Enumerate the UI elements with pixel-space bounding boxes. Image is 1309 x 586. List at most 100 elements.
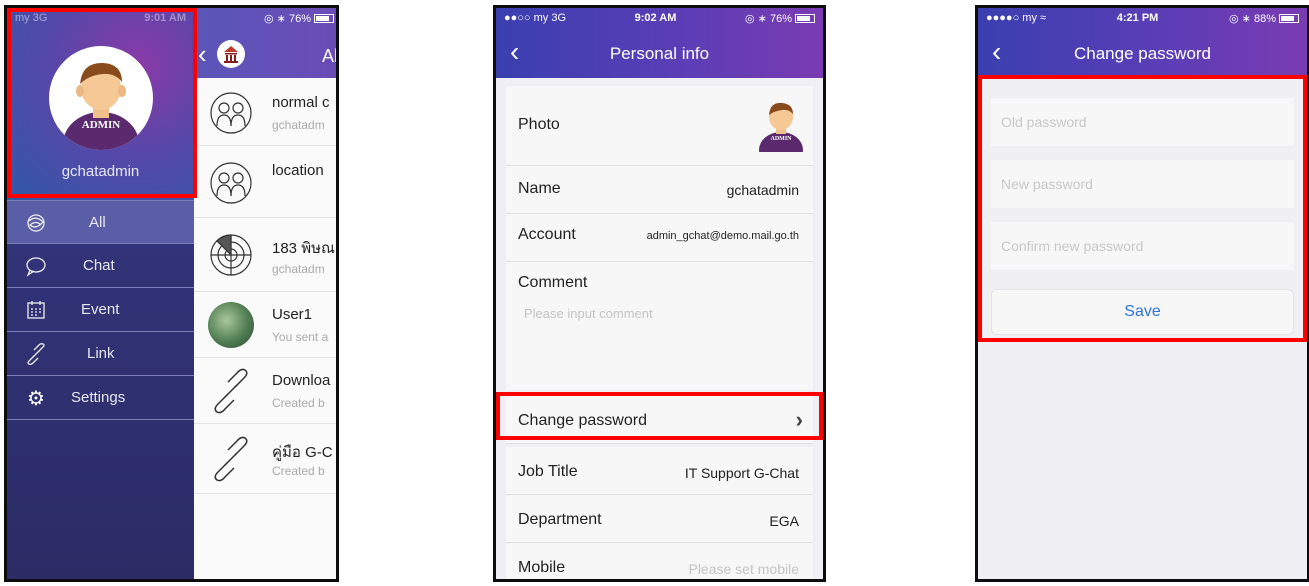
list-item-subtitle: You sent a <box>272 330 329 344</box>
carrier-text: ●●●●○ my ≈ <box>986 12 1047 24</box>
job-title-label: Job Title <box>518 463 578 480</box>
page-title: Change password <box>1073 44 1212 63</box>
photo-label: Photo <box>518 116 560 133</box>
sidebar-item-event[interactable]: Event <box>7 288 194 332</box>
list-item-title: 183 พิษณ <box>272 240 335 257</box>
status-bar: my 3G 9:01 AM <box>7 8 194 28</box>
old-password-input[interactable] <box>991 98 1294 146</box>
list-item[interactable]: คู่มือ G-C Created b <box>194 424 336 494</box>
mobile-label: Mobile <box>518 559 566 576</box>
sidebar-profile-header[interactable]: my 3G 9:01 AM ADMIN gchatadmin <box>7 8 194 200</box>
list-item[interactable]: User1 You sent a <box>194 292 336 358</box>
link-icon <box>208 368 254 414</box>
list-item-title: normal c <box>272 94 330 111</box>
name-label: Name <box>518 180 561 197</box>
chat-list-title: All <box>321 46 336 66</box>
chat-list-panel: ◎ ∗ 76% ‹ All normal c gchatadm location <box>194 8 336 579</box>
time-text: 9:02 AM <box>634 12 677 24</box>
new-password-input[interactable] <box>991 160 1294 208</box>
sidebar-item-settings[interactable]: ⚙ Settings <box>7 376 194 420</box>
navbar: ●●●●○ my ≈ 4:21 PM ◎ ∗ 88% ‹ Change pass… <box>978 8 1307 78</box>
sidebar-item-label: All <box>89 213 106 231</box>
list-item-title: Downloa <box>272 372 331 389</box>
link-icon <box>25 343 47 365</box>
carrier-text: my 3G <box>15 12 48 24</box>
comment-row[interactable]: Comment Please input comment <box>506 262 813 390</box>
time-text: 9:01 AM <box>144 12 186 24</box>
department-value: EGA <box>769 513 799 529</box>
list-item-subtitle: gchatadm <box>272 262 325 276</box>
account-label: Account <box>518 226 576 243</box>
sidebar-item-label: Event <box>81 301 120 318</box>
sidebar: my 3G 9:01 AM ADMIN gchatadmin All Chat … <box>7 8 194 579</box>
time-text: 4:21 PM <box>1116 12 1159 24</box>
comment-input[interactable]: Please input comment <box>524 306 653 321</box>
list-item-subtitle: gchatadm <box>272 118 325 132</box>
screen-change-password: ●●●●○ my ≈ 4:21 PM ◎ ∗ 88% ‹ Change pass… <box>975 5 1309 582</box>
avatar-badge-text: ADMIN <box>81 119 121 131</box>
account-row[interactable]: Account admin_gchat@demo.mail.go.th <box>506 214 813 262</box>
user-photo-icon <box>208 302 254 348</box>
calendar-icon <box>25 299 47 321</box>
confirm-password-input[interactable] <box>991 222 1294 270</box>
department-label: Department <box>518 511 602 528</box>
name-row[interactable]: Name gchatadmin <box>506 166 813 214</box>
change-password-label: Change password <box>518 412 647 429</box>
list-item[interactable]: normal c gchatadm <box>194 80 336 146</box>
sidebar-item-label: Link <box>87 345 115 362</box>
page-title: Personal info <box>609 44 710 63</box>
status-bar: ●●●●○ my ≈ 4:21 PM ◎ ∗ 88% <box>978 8 1307 28</box>
status-bar: ◎ ∗ 76% <box>194 8 336 28</box>
status-bar: ●●○○ my 3G 9:02 AM ◎ ∗ 76% <box>496 8 823 28</box>
name-value: gchatadmin <box>726 182 799 198</box>
battery-text: ◎ ∗ 88% <box>1229 12 1299 25</box>
sidebar-item-label: Settings <box>71 389 126 406</box>
sidebar-item-chat[interactable]: Chat <box>7 244 194 288</box>
list-item-title: location <box>272 162 324 179</box>
avatar-badge-text: ADMIN <box>770 136 792 142</box>
sidebar-menu: All Chat Event Link ⚙ Settings <box>7 200 194 420</box>
list-item-subtitle: Created b <box>272 396 325 410</box>
chat-list-header: ◎ ∗ 76% ‹ All <box>194 8 336 78</box>
avatar[interactable]: ADMIN <box>49 46 153 150</box>
change-password-row[interactable]: Change password › <box>506 396 813 444</box>
avatar[interactable]: ADMIN <box>755 96 807 168</box>
sidebar-item-all[interactable]: All <box>7 200 194 244</box>
screen-personal-info: ●●○○ my 3G 9:02 AM ◎ ∗ 76% ‹ Personal in… <box>493 5 826 582</box>
save-button[interactable]: Save <box>991 289 1294 335</box>
ministry-logo-icon[interactable] <box>217 40 245 68</box>
doodle-all-icon <box>25 212 47 234</box>
battery-icon <box>1279 14 1299 24</box>
sidebar-username: gchatadmin <box>61 163 140 180</box>
old-password-field[interactable] <box>991 98 1294 146</box>
chat-bubble-icon <box>25 255 47 277</box>
screen-sidebar-menu: my 3G 9:01 AM ADMIN gchatadmin All Chat … <box>4 5 339 582</box>
mobile-value: Please set mobile <box>688 561 799 577</box>
battery-text: ◎ ∗ 76% <box>264 12 311 25</box>
link-icon <box>208 436 254 482</box>
group-icon <box>208 90 254 136</box>
battery-text: ◎ ∗ 76% <box>745 12 815 25</box>
battery-icon <box>794 14 815 24</box>
job-title-value: IT Support G-Chat <box>684 465 799 481</box>
confirm-password-field[interactable] <box>991 222 1294 270</box>
radar-icon <box>208 232 254 278</box>
list-item-subtitle: Created b <box>272 464 325 478</box>
list-item[interactable]: 183 พิษณ gchatadm <box>194 218 336 292</box>
back-chevron-icon[interactable]: ‹ <box>198 40 207 68</box>
new-password-field[interactable] <box>991 160 1294 208</box>
list-item-title: User1 <box>272 306 313 323</box>
photo-row[interactable]: Photo ADMIN <box>506 86 813 168</box>
list-item-title: คู่มือ G-C <box>272 444 333 461</box>
department-row[interactable]: Department EGA <box>506 495 813 543</box>
carrier-text: ●●○○ my 3G <box>504 12 567 24</box>
sidebar-item-label: Chat <box>83 257 115 274</box>
list-item[interactable]: location <box>194 146 336 218</box>
sidebar-item-link[interactable]: Link <box>7 332 194 376</box>
account-value: admin_gchat@demo.mail.go.th <box>646 230 799 242</box>
job-title-row[interactable]: Job Title IT Support G-Chat <box>506 447 813 495</box>
battery-icon <box>314 13 334 23</box>
list-item[interactable]: Downloa Created b <box>194 358 336 424</box>
mobile-row[interactable]: Mobile Please set mobile <box>506 543 813 579</box>
comment-label: Comment <box>518 274 588 291</box>
